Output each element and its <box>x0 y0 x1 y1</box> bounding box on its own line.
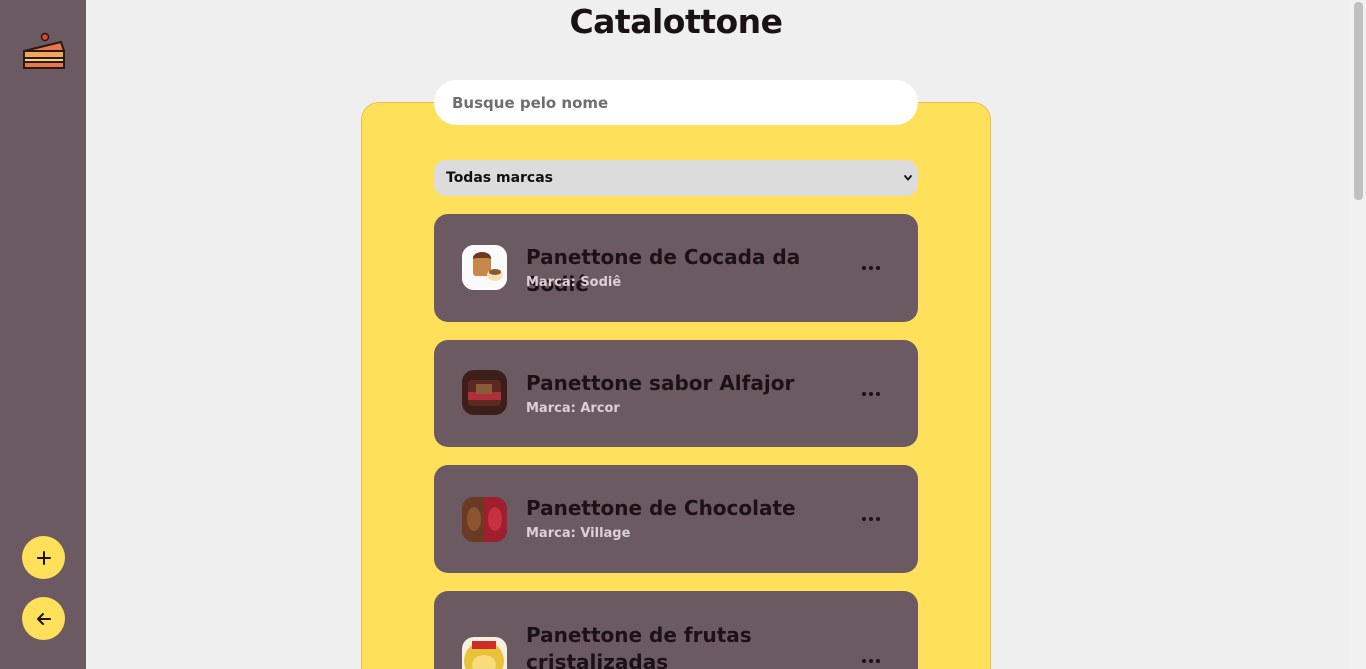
product-card[interactable]: Panettone de Chocolate Marca: Village <box>434 465 918 573</box>
brand-filter-select[interactable]: Todas marcas <box>434 160 918 196</box>
page-title: Catalottone <box>569 2 783 41</box>
cake-slice-icon[interactable] <box>21 31 67 71</box>
product-image <box>462 497 507 542</box>
chevron-down-icon <box>904 175 912 181</box>
search-input[interactable] <box>434 80 918 125</box>
more-options-icon[interactable] <box>860 264 882 272</box>
arrow-left-icon <box>36 612 51 625</box>
scrollbar-thumb[interactable] <box>1354 2 1363 200</box>
brand-filter-value: Todas marcas <box>446 170 554 186</box>
product-card[interactable]: Panettone de Cocada da Sodiê Marca: Sodi… <box>434 214 918 322</box>
back-button[interactable] <box>22 597 65 640</box>
more-options-icon[interactable] <box>860 657 882 665</box>
more-options-icon[interactable] <box>860 390 882 398</box>
sidebar <box>0 0 86 669</box>
page-scrollbar[interactable] <box>1351 0 1366 669</box>
product-brand: Marca: Village <box>526 526 631 541</box>
product-image <box>462 370 507 415</box>
product-card[interactable]: Panettone de frutas cristalizadas <box>434 591 918 669</box>
product-card[interactable]: Panettone sabor Alfajor Marca: Arcor <box>434 340 918 447</box>
product-name: Panettone sabor Alfajor <box>526 371 795 395</box>
more-options-icon[interactable] <box>860 515 882 523</box>
product-image <box>462 637 507 669</box>
product-image <box>462 245 507 290</box>
add-product-button[interactable] <box>22 536 65 579</box>
product-name: Panettone de Chocolate <box>526 496 796 520</box>
product-brand: Marca: Arcor <box>526 401 620 416</box>
product-brand: Marca: Sodiê <box>526 275 622 290</box>
product-name: Panettone de frutas cristalizadas <box>526 623 752 669</box>
plus-icon <box>36 550 51 565</box>
